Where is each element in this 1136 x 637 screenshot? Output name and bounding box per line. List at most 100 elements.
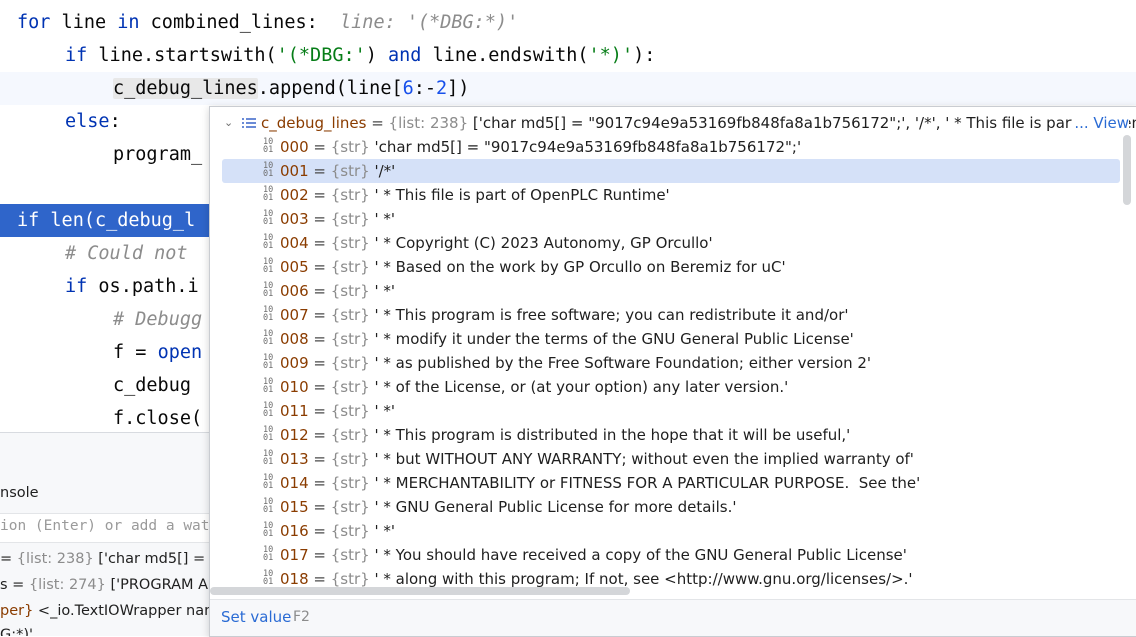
code-token: combined_lines: (139, 12, 318, 33)
str-item-icon: 10 01 (263, 137, 274, 155)
str-item-icon: 10 01 (263, 473, 274, 491)
code-token: line (50, 12, 118, 33)
keyword: if (65, 45, 88, 66)
str-item-icon: 10 01 (263, 569, 274, 587)
list-item-text: 011 = {str} ' *' (280, 402, 395, 420)
shortcut-hint: F2 (293, 609, 310, 625)
comment: # Could not (65, 243, 188, 264)
str-item-icon: 10 01 (263, 449, 274, 467)
builtin-function: open (157, 342, 203, 363)
code-token: f.close( (113, 408, 203, 429)
str-item-icon: 10 01 (263, 425, 274, 443)
var-type: {list: 274} (28, 577, 106, 593)
list-item[interactable]: 10 01 014 = {str} ' * MERCHANTABILITY or F… (222, 471, 1120, 495)
list-items: 10 01 000 = {str} 'char md5[] = "9017c94e9… (210, 135, 1122, 599)
str-item-icon: 10 01 (263, 521, 274, 539)
list-item-text: 000 = {str} 'char md5[] = "9017c94e9a531… (280, 138, 802, 156)
view-link[interactable]: ... View (1072, 111, 1129, 135)
keyword: for (17, 12, 51, 33)
str-item-icon: 10 01 (263, 233, 274, 251)
inline-debug-value: line: '(*DBG:*)' (340, 12, 519, 33)
hovered-variable[interactable]: c_debug_lines (113, 78, 258, 99)
variable-row[interactable]: per} <_io.TextIOWrapper name (0, 599, 227, 623)
var-eq: s = (0, 577, 29, 593)
list-item[interactable]: 10 01 012 = {str} ' * This program is dist… (222, 423, 1120, 447)
code-token: : (109, 111, 121, 132)
list-item[interactable]: 10 01 013 = {str} ' * but WITHOUT ANY WARR… (222, 447, 1120, 471)
list-item-text: 001 = {str} '/*' (280, 162, 396, 180)
code-token: f = (113, 342, 158, 363)
list-item-text: 015 = {str} ' * GNU General Public Licen… (280, 498, 737, 516)
list-item[interactable]: 10 01 002 = {str} ' * This file is part of… (222, 183, 1120, 207)
list-item-text: 009 = {str} ' * as published by the Free… (280, 354, 872, 372)
list-item[interactable]: 10 01 001 = {str} '/*' (222, 159, 1120, 183)
list-item[interactable]: 10 01 011 = {str} ' *' (222, 399, 1120, 423)
list-item[interactable]: 10 01 000 = {str} 'char md5[] = "9017c94e9… (222, 135, 1120, 159)
keyword: else (65, 111, 110, 132)
list-item[interactable]: 10 01 005 = {str} ' * Based on the work by… (222, 255, 1120, 279)
code-token: .append(line[ (257, 78, 403, 99)
horizontal-scrollbar[interactable] (210, 587, 630, 595)
str-item-icon: 10 01 (263, 161, 274, 179)
vertical-scrollbar[interactable] (1123, 135, 1131, 205)
str-item-icon: 10 01 (263, 281, 274, 299)
list-item[interactable]: 10 01 009 = {str} ' * as published by the … (222, 351, 1120, 375)
str-item-icon: 10 01 (263, 377, 274, 395)
code-token: ) (365, 45, 389, 66)
var-eq: = (0, 551, 17, 567)
code-token: :- (413, 78, 437, 99)
keyword: in (117, 12, 140, 33)
list-item[interactable]: 10 01 017 = {str} ' * You should have rece… (222, 543, 1120, 567)
list-item[interactable]: 10 01 010 = {str} ' * of the License, or (… (222, 375, 1120, 399)
list-item-text: 003 = {str} ' *' (280, 210, 395, 228)
chevron-down-icon[interactable]: ⌄ (224, 111, 233, 135)
code-token: c_debug (113, 375, 191, 396)
code-line[interactable]: if line.startswith('(*DBG:') and line.en… (0, 39, 1136, 72)
keyword: if (65, 276, 88, 297)
tab-console[interactable]: nsole (0, 485, 39, 501)
watch-placeholder: ion (Enter) or add a wat (0, 518, 210, 534)
number-literal: 2 (436, 78, 448, 99)
list-item-text: 004 = {str} ' * Copyright (C) 2023 Auton… (280, 234, 713, 252)
str-item-icon: 10 01 (263, 329, 274, 347)
var-type: {list: 238} (16, 551, 94, 567)
list-item-text: 017 = {str} ' * You should have received… (280, 546, 907, 564)
list-item-text: 013 = {str} ' * but WITHOUT ANY WARRANTY… (280, 450, 914, 468)
list-item[interactable]: 10 01 003 = {str} ' *' (222, 207, 1120, 231)
list-item[interactable]: 10 01 006 = {str} ' *' (222, 279, 1120, 303)
list-item[interactable]: 10 01 008 = {str} ' * modify it under the … (222, 327, 1120, 351)
str-item-icon: 10 01 (263, 209, 274, 227)
code-line[interactable]: for line in combined_lines: line: '(*DBG… (0, 6, 1136, 39)
code-token: line.endswith( (421, 45, 589, 66)
popup-variable-name: c_debug_lines = {list: 238} ['char md5[]… (261, 114, 1136, 132)
list-item[interactable]: 10 01 015 = {str} ' * GNU General Public L… (222, 495, 1120, 519)
list-item-text: 016 = {str} ' *' (280, 522, 395, 540)
list-item-text: 010 = {str} ' * of the License, or (at y… (280, 378, 789, 396)
str-item-icon: 10 01 (263, 545, 274, 563)
list-item-text: 006 = {str} ' *' (280, 282, 395, 300)
code-token: program_ (113, 144, 203, 165)
number-literal: 6 (402, 78, 414, 99)
list-item[interactable]: 10 01 016 = {str} ' *' (222, 519, 1120, 543)
popup-header[interactable]: ⌄ c_debug_lines = {list: 238} ['char md5… (210, 111, 1136, 135)
list-icon (242, 118, 256, 128)
variable-value-popup[interactable]: ⌄ c_debug_lines = {list: 238} ['char md5… (209, 106, 1136, 637)
str-item-icon: 10 01 (263, 185, 274, 203)
keyword: if (17, 210, 40, 231)
str-item-icon: 10 01 (263, 305, 274, 323)
code-line-current[interactable]: c_debug_lines.append(line[6:-2]) (0, 72, 1136, 105)
list-item-text: 008 = {str} ' * modify it under the term… (280, 330, 854, 348)
code-token: ]) (447, 78, 470, 99)
list-item-text: 012 = {str} ' * This program is distribu… (280, 426, 851, 444)
string-literal: '(*DBG:' (276, 45, 366, 66)
set-value-button[interactable]: Set value (221, 608, 291, 626)
list-item-text: 005 = {str} ' * Based on the work by GP … (280, 258, 786, 276)
string-literal: '*)' (588, 45, 634, 66)
popup-footer: Set value F2 (210, 599, 1136, 636)
list-item-text: 007 = {str} ' * This program is free sof… (280, 306, 849, 324)
variable-row[interactable]: G:*)' (0, 623, 33, 636)
list-item[interactable]: 10 01 004 = {str} ' * Copyright (C) 2023 A… (222, 231, 1120, 255)
list-item-text: 002 = {str} ' * This file is part of Ope… (280, 186, 670, 204)
code-token: len(c_debug_l (39, 210, 196, 231)
list-item[interactable]: 10 01 007 = {str} ' * This program is free… (222, 303, 1120, 327)
